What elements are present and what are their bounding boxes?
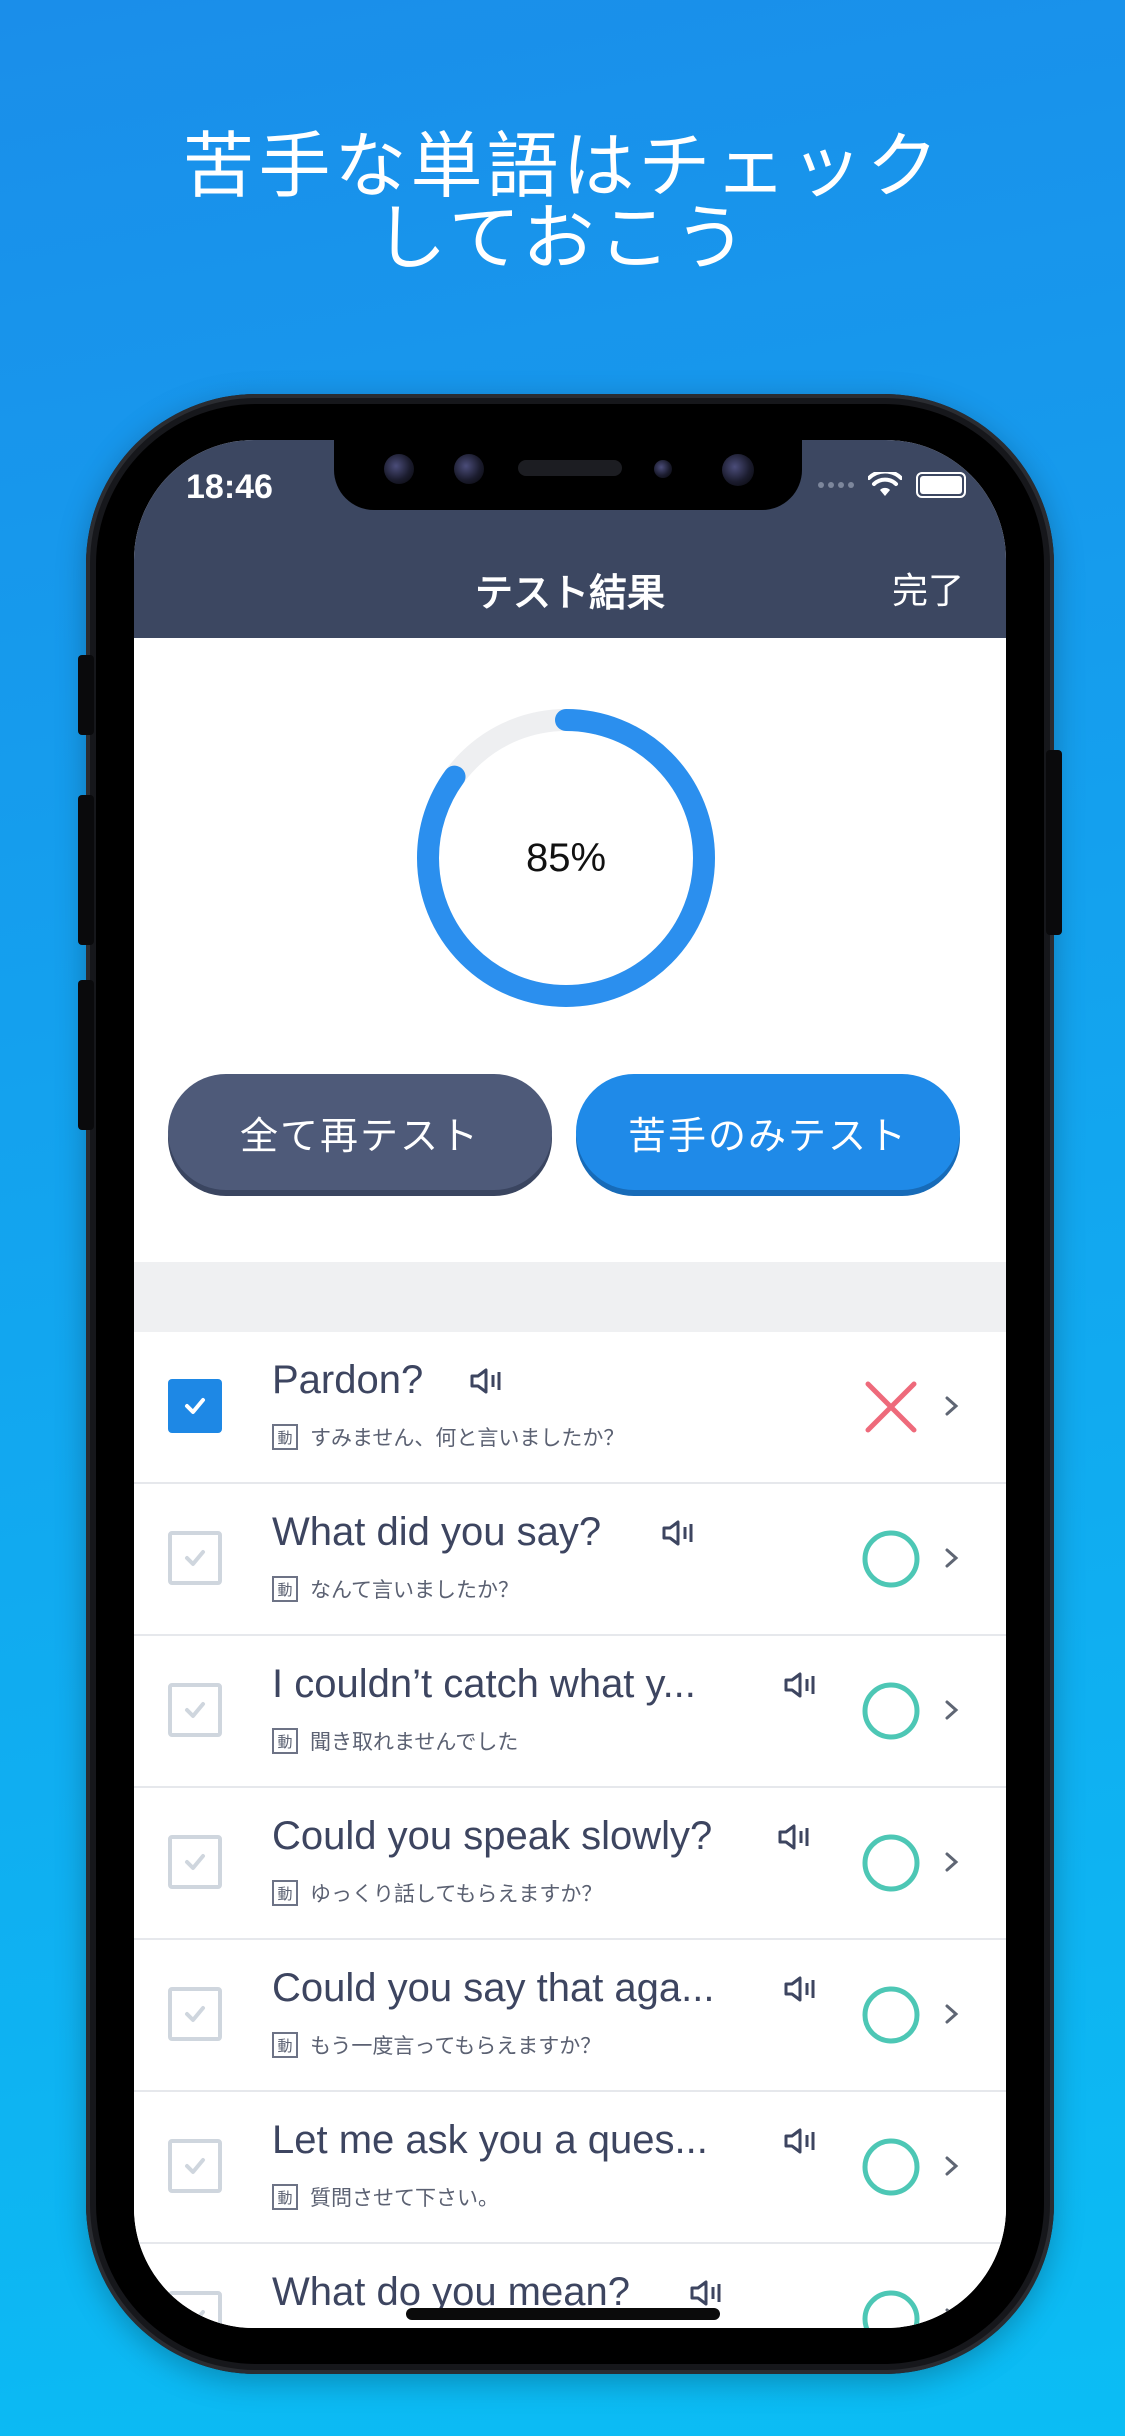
- word-meaning: 動 なんて言いましたか？: [272, 1574, 519, 1604]
- phone-side-button: [1046, 750, 1062, 935]
- result-mark-icon: [862, 2290, 920, 2328]
- chevron-right-icon[interactable]: [942, 1384, 962, 1428]
- status-icons: [818, 472, 966, 498]
- result-mark-icon: [862, 1530, 920, 1588]
- word-english: What did you say?: [272, 1510, 602, 1554]
- phone-side-button: [78, 795, 94, 945]
- score-percent: 85%: [525, 835, 607, 880]
- word-japanese: もう一度言ってもらえますか？: [310, 2034, 602, 2058]
- promo-headline: 苦手な単語はチェック しておこう: [0, 130, 1125, 274]
- word-english: Pardon?: [272, 1358, 424, 1402]
- chevron-right-icon[interactable]: [942, 2296, 962, 2328]
- front-camera: [722, 454, 754, 486]
- speaker-icon[interactable]: [782, 2126, 824, 2156]
- speaker-icon[interactable]: [782, 1974, 824, 2004]
- battery-icon: [916, 472, 966, 498]
- headline-line-2: しておこう: [374, 196, 751, 280]
- checkmark-icon: [185, 1398, 205, 1414]
- chevron-right-icon[interactable]: [942, 1688, 962, 1732]
- weak-checkbox[interactable]: [168, 1683, 222, 1737]
- checkmark-icon: [185, 1702, 205, 1718]
- phone-side-button: [78, 655, 94, 735]
- word-meaning: 動 質問させて下さい。: [272, 2182, 499, 2212]
- speaker-icon[interactable]: [468, 1366, 510, 1396]
- result-mark-icon: [862, 1834, 920, 1892]
- list-item[interactable]: Let me ask you a ques... 動 質問させて下さい。: [134, 2092, 1006, 2244]
- wifi-icon: [868, 472, 902, 496]
- word-japanese: ゆっくり話してもらえますか？: [310, 1882, 603, 1906]
- word-japanese: なんて言いましたか？: [310, 1578, 519, 1602]
- word-english: I couldn’t catch what y...: [272, 1662, 696, 1706]
- part-of-speech-badge: 動: [272, 2184, 298, 2210]
- chevron-right-icon[interactable]: [942, 1992, 962, 2036]
- chevron-right-icon[interactable]: [942, 1536, 962, 1580]
- app-screen: 18:46 テスト結果 完了 85% 全て再テスト 苦手のみテスト Pardon…: [134, 440, 1006, 2328]
- part-of-speech-badge: 動: [272, 1880, 298, 1906]
- done-button[interactable]: 完了: [892, 562, 964, 614]
- word-meaning: 動 すみません、何と言いましたか？: [272, 1422, 624, 1452]
- word-meaning: 動 聞き取れませんでした: [272, 1726, 518, 1756]
- speaker-icon[interactable]: [776, 1822, 818, 1852]
- word-meaning: 動 ゆっくり話してもらえますか？: [272, 1878, 602, 1908]
- list-item[interactable]: Could you say that aga... 動 もう一度言ってもらえます…: [134, 1940, 1006, 2092]
- word-meaning: 動 もう一度言ってもらえますか？: [272, 2030, 601, 2060]
- headline-line-1: 苦手な単語はチェック: [182, 124, 943, 208]
- speaker-icon[interactable]: [782, 1670, 824, 1700]
- part-of-speech-badge: 動: [272, 1728, 298, 1754]
- section-divider: [134, 1262, 1006, 1332]
- proximity-sensor: [654, 460, 672, 478]
- checkmark-icon: [185, 2158, 205, 2174]
- result-mark-icon: [862, 1682, 920, 1740]
- page-title: テスト結果: [474, 571, 665, 615]
- retest-weak-button[interactable]: 苦手のみテスト: [576, 1074, 960, 1190]
- checkmark-icon: [185, 2006, 205, 2022]
- part-of-speech-badge: 動: [272, 1424, 298, 1450]
- word-japanese: 質問させて下さい。: [310, 2186, 499, 2210]
- speaker-icon[interactable]: [660, 1518, 702, 1548]
- weak-checkbox[interactable]: [168, 2139, 222, 2193]
- result-mark-icon: [862, 1986, 920, 2044]
- front-camera: [384, 454, 414, 484]
- weak-checkbox[interactable]: [168, 2291, 222, 2328]
- part-of-speech-badge: 動: [272, 2032, 298, 2058]
- status-time: 18:46: [186, 468, 273, 506]
- weak-checkbox[interactable]: [168, 1987, 222, 2041]
- chevron-right-icon[interactable]: [942, 2144, 962, 2188]
- result-mark-icon: [865, 1381, 917, 1433]
- weak-checkbox[interactable]: [168, 1379, 222, 1433]
- signal-icon: [818, 482, 854, 488]
- weak-checkbox[interactable]: [168, 1531, 222, 1585]
- result-mark-icon: [862, 2138, 920, 2196]
- phone-earpiece: [518, 460, 622, 476]
- speaker-icon[interactable]: [688, 2278, 730, 2308]
- home-indicator[interactable]: [406, 2308, 720, 2320]
- word-english: Could you say that aga...: [272, 1966, 715, 2010]
- list-item[interactable]: What did you say? 動 なんて言いましたか？: [134, 1484, 1006, 1636]
- word-english: Could you speak slowly?: [272, 1814, 713, 1858]
- part-of-speech-badge: 動: [272, 1576, 298, 1602]
- front-camera: [454, 454, 484, 484]
- weak-checkbox[interactable]: [168, 1835, 222, 1889]
- word-japanese: 聞き取れませんでした: [310, 1730, 519, 1754]
- checkmark-icon: [185, 2310, 205, 2326]
- list-item[interactable]: Could you speak slowly? 動 ゆっくり話してもらえますか？: [134, 1788, 1006, 1940]
- list-item[interactable]: Pardon? 動 すみません、何と言いましたか？: [134, 1332, 1006, 1484]
- phone-side-button: [78, 980, 94, 1130]
- list-item[interactable]: I couldn’t catch what y... 動 聞き取れませんでした: [134, 1636, 1006, 1788]
- word-list: Pardon? 動 すみません、何と言いましたか？ What did you s…: [134, 1332, 1006, 2328]
- word-japanese: すみません、何と言いましたか？: [310, 1426, 625, 1450]
- checkmark-icon: [185, 1854, 205, 1870]
- checkmark-icon: [185, 1550, 205, 1566]
- chevron-right-icon[interactable]: [942, 1840, 962, 1884]
- retest-all-button[interactable]: 全て再テスト: [168, 1074, 552, 1190]
- word-english: Let me ask you a ques...: [272, 2118, 708, 2162]
